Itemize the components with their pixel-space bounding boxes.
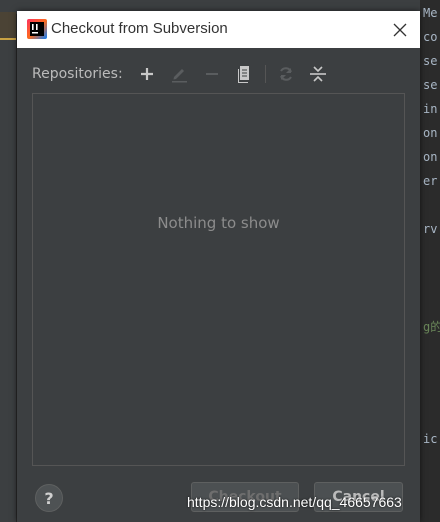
dialog-titlebar[interactable]: Checkout from Subversion [17, 11, 420, 48]
repositories-label: Repositories: [32, 66, 123, 82]
intellij-idea-icon [27, 19, 47, 39]
minus-icon [206, 73, 218, 75]
ide-editor-lower [420, 258, 440, 522]
watermark-text: https://blog.csdn.net/qq_46657663 [187, 494, 402, 510]
repositories-toolbar: Repositories: [17, 59, 420, 87]
remove-repository-button[interactable] [203, 65, 221, 83]
collapse-all-button[interactable] [309, 65, 327, 83]
collapse-icon [310, 66, 326, 82]
close-icon[interactable] [389, 19, 411, 41]
background-code-line: on [423, 126, 438, 140]
help-button[interactable]: ? [35, 484, 63, 512]
dialog-title: Checkout from Subversion [51, 20, 228, 37]
background-code-line: ic [423, 432, 438, 446]
background-code-line: se [423, 78, 438, 92]
ide-active-tab[interactable] [0, 12, 16, 40]
refresh-icon [280, 67, 292, 81]
pencil-icon [172, 69, 187, 83]
browse-repository-button[interactable] [235, 65, 253, 83]
refresh-button[interactable] [277, 65, 295, 83]
background-code-line: g的 [423, 320, 440, 334]
background-code-line: co [423, 30, 438, 44]
ide-sidebar [0, 40, 16, 522]
edit-repository-button[interactable] [170, 65, 188, 83]
background-code-line: er [423, 174, 438, 188]
background-code-line: on [423, 150, 438, 164]
background-code-line: rv [423, 222, 438, 236]
plus-icon [141, 68, 153, 80]
add-repository-button[interactable] [138, 65, 156, 83]
toolbar-separator [265, 65, 266, 83]
checkout-dialog: Checkout from Subversion Repositories: N… [17, 11, 420, 522]
empty-list-message: Nothing to show [157, 214, 280, 232]
background-code-line: Me [423, 6, 438, 20]
background-code-line: se [423, 54, 438, 68]
repositories-list[interactable]: Nothing to show [32, 93, 405, 466]
document-icon [238, 66, 249, 83]
background-code-line: in [423, 102, 438, 116]
